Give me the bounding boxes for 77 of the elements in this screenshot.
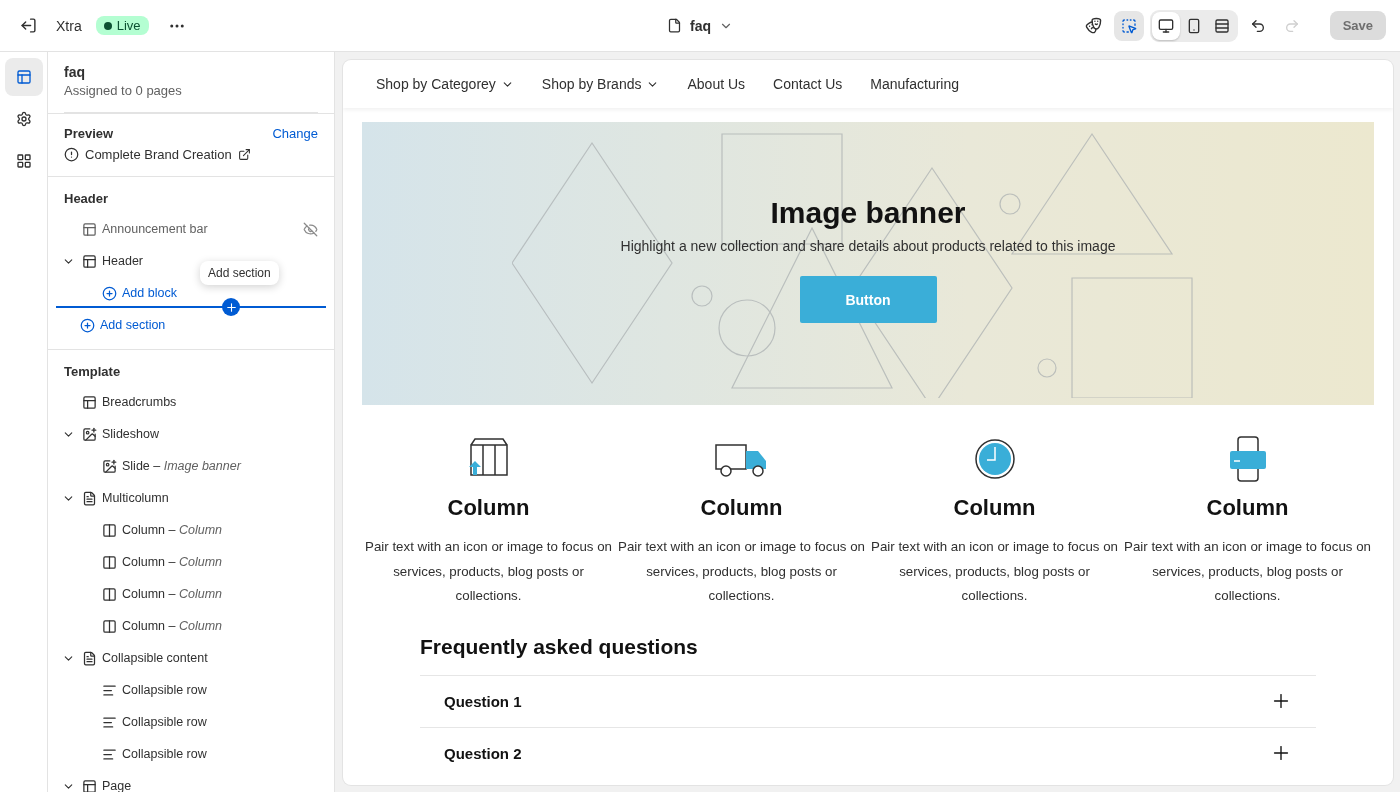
section-icon: [82, 253, 97, 269]
tree-item[interactable]: Column – Column: [102, 522, 318, 538]
faq-title: Frequently asked questions: [420, 634, 699, 659]
section-icon: [102, 522, 117, 538]
section-icon: [102, 586, 117, 602]
section-icon: [102, 554, 117, 570]
tree-item[interactable]: Column – Column: [102, 618, 318, 634]
faq-question[interactable]: Question 1: [420, 674, 1316, 727]
column-text: Pair text with an icon or image to focus on services, products, blog posts or collections.: [871, 538, 1118, 605]
plus-circle-icon: [102, 285, 117, 301]
tree-item[interactable]: Page: [82, 778, 318, 792]
sections-button[interactable]: [4, 58, 43, 96]
column-text: Pair text with an icon or image to focus on services, products, blog posts or collections.: [618, 538, 865, 605]
tree-item[interactable]: Slide – Image banner: [102, 458, 318, 474]
nav-link[interactable]: Shop by Categorey: [376, 76, 514, 92]
desktop-glyph-icon: [1157, 17, 1174, 34]
tree-item[interactable]: Slideshow: [82, 426, 318, 442]
nav-link[interactable]: Manufacturing: [870, 76, 960, 92]
sections-icon: [15, 69, 32, 85]
plus-circle-icon: [80, 317, 95, 333]
section-icon: [82, 221, 97, 237]
tree-item[interactable]: Collapsible content: [82, 650, 318, 666]
pointer-select-icon: [1120, 17, 1137, 34]
store-name: Xtra: [56, 17, 82, 34]
section-icon: [102, 746, 117, 762]
tree-item[interactable]: Multicolumn: [82, 490, 318, 506]
section-icon: [82, 650, 97, 666]
faq-question[interactable]: Question 2: [420, 726, 1316, 779]
full-width-glyph-icon: [1213, 17, 1230, 34]
nav-link[interactable]: About Us: [687, 76, 746, 92]
change-link[interactable]: Change: [272, 126, 318, 141]
banner-title: Image banner: [770, 196, 966, 230]
banner-text: Highlight a new collection and share details about products related to this image: [620, 238, 1116, 254]
plus-icon: [224, 300, 238, 314]
column-title: Column: [1206, 495, 1289, 521]
add-block-link[interactable]: Add block: [102, 285, 177, 301]
section-icon: [82, 426, 97, 442]
column-text: Pair text with an icon or image to focus on services, products, blog posts or collections.: [365, 538, 612, 605]
apps-icon: [15, 153, 32, 169]
section-icon: [102, 458, 117, 474]
column-title: Column: [953, 495, 1036, 521]
external-link-icon[interactable]: [237, 148, 251, 161]
preview-page: Complete Brand Creation: [85, 147, 232, 162]
column-title: Column: [700, 495, 783, 521]
template-title: faq: [64, 64, 86, 80]
section-icon: [102, 618, 117, 634]
settings-icon: [15, 111, 32, 127]
alert-icon: [64, 147, 79, 162]
preview-label: Preview: [64, 126, 114, 141]
desktop-icon[interactable]: [1151, 11, 1180, 40]
template-subtitle: Assigned to 0 pages: [64, 83, 318, 113]
column-text: Pair text with an icon or image to focus on services, products, blog posts or collections.: [1124, 538, 1371, 605]
add-section-button[interactable]: [222, 298, 240, 316]
inspector-toggle[interactable]: [1113, 10, 1144, 41]
eye-off-icon[interactable]: [303, 221, 318, 237]
column-title: Column: [447, 495, 530, 521]
group-title: Header: [64, 191, 109, 206]
nav-link[interactable]: Contact Us: [773, 76, 843, 92]
group-title: Template: [64, 364, 121, 379]
tree-item[interactable]: Announcement bar: [82, 221, 297, 237]
nav-link[interactable]: Shop by Brands: [541, 76, 660, 92]
tree-item[interactable]: Column – Column: [102, 554, 318, 570]
tree-item[interactable]: Breadcrumbs: [82, 394, 318, 410]
section-icon: [102, 714, 117, 730]
section-icon: [82, 394, 97, 410]
section-icon: [102, 682, 117, 698]
tree-item[interactable]: Collapsible row: [102, 714, 318, 730]
status-badge: Live: [95, 16, 149, 35]
section-icon: [82, 490, 97, 506]
add-section-link[interactable]: Add section: [80, 317, 166, 333]
tree-item[interactable]: Column – Column: [102, 586, 318, 602]
tooltip: Add section: [200, 261, 279, 285]
tree-item[interactable]: Collapsible row: [102, 746, 318, 762]
section-icon: [82, 778, 97, 792]
page-icon: [667, 18, 682, 33]
tree-item[interactable]: Collapsible row: [102, 682, 318, 698]
page-selector[interactable]: faq: [661, 16, 739, 35]
